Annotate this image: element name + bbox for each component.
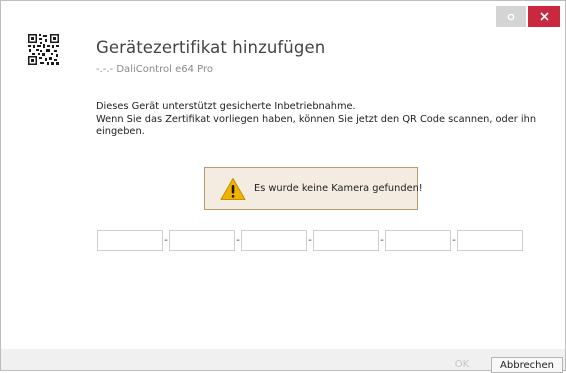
camera-warning-box: Es wurde keine Kamera gefunden! bbox=[204, 167, 423, 210]
dialog-title: Gerätezertifikat hinzufügen bbox=[96, 38, 326, 57]
certificate-code-field-5[interactable] bbox=[385, 230, 451, 251]
description-line: Dieses Gerät unterstützt gesicherte Inbe… bbox=[96, 101, 356, 112]
certificate-code-field-3[interactable] bbox=[241, 230, 307, 251]
close-button[interactable] bbox=[528, 6, 560, 27]
certificate-code-field-6[interactable] bbox=[457, 230, 523, 251]
close-icon bbox=[539, 12, 549, 21]
description-text: Dieses Gerät unterstützt gesicherte Inbe… bbox=[96, 101, 536, 139]
certificate-dialog: Gerätezertifikat hinzufügen -.-.- DaliCo… bbox=[0, 0, 566, 373]
gear-icon bbox=[507, 13, 515, 20]
warning-icon bbox=[220, 177, 246, 200]
device-subtitle: -.-.- DaliControl e64 Pro bbox=[96, 64, 213, 75]
certificate-code-input-row: - - - - - bbox=[97, 230, 523, 251]
ok-button[interactable]: OK bbox=[437, 358, 487, 372]
settings-button[interactable] bbox=[496, 6, 526, 27]
warning-text: Es wurde keine Kamera gefunden! bbox=[254, 183, 423, 194]
qr-code-icon bbox=[28, 34, 59, 65]
certificate-code-field-1[interactable] bbox=[97, 230, 163, 251]
window-controls bbox=[496, 6, 560, 27]
description-line: Wenn Sie das Zertifikat vorliegen haben,… bbox=[96, 113, 537, 125]
certificate-code-field-2[interactable] bbox=[169, 230, 235, 251]
description-line: eingeben. bbox=[96, 126, 145, 137]
certificate-code-field-4[interactable] bbox=[313, 230, 379, 251]
